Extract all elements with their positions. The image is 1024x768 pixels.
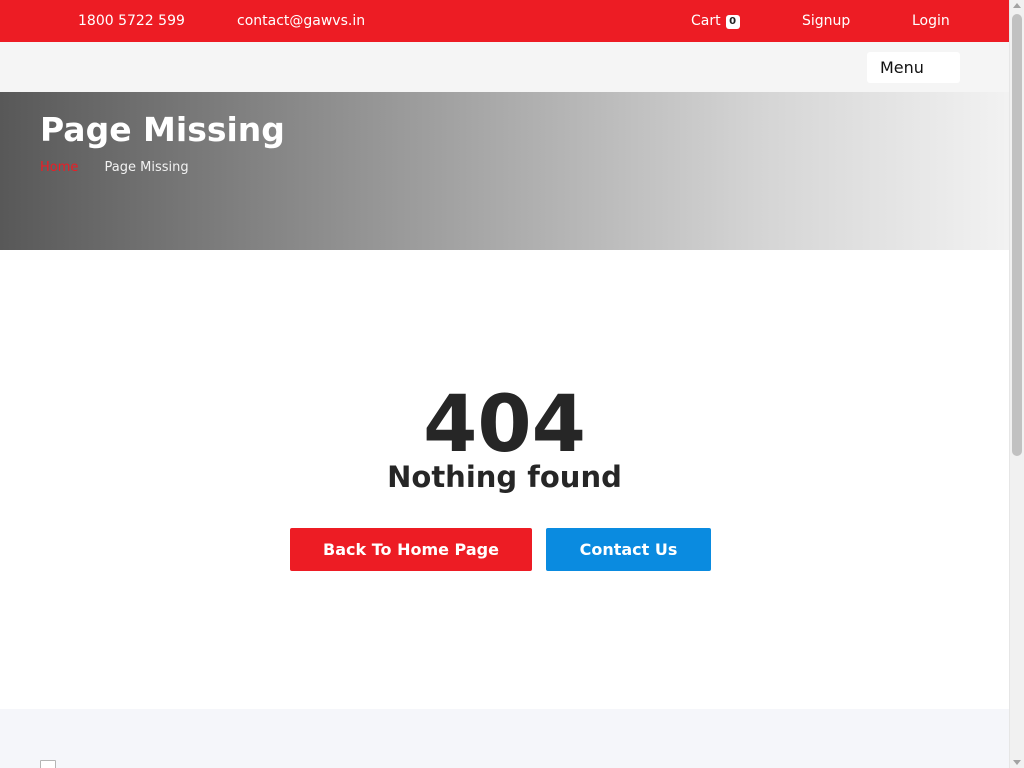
vertical-scrollbar[interactable]: [1009, 0, 1024, 768]
contact-us-button[interactable]: Contact Us: [546, 528, 711, 571]
page: 1800 5722 599 contact@gawvs.in Cart 0 Sig…: [0, 0, 1009, 768]
page-title: Page Missing: [40, 110, 285, 149]
scrollbar-thumb[interactable]: [1012, 14, 1022, 456]
error-section: 404 Nothing found Back To Home Page Cont…: [0, 250, 1009, 709]
scroll-up-arrow-icon[interactable]: [1013, 3, 1021, 8]
login-link[interactable]: Login: [912, 0, 950, 42]
footer: [0, 709, 1009, 768]
phone-link[interactable]: 1800 5722 599: [78, 0, 185, 42]
breadcrumb-current: Page Missing: [104, 160, 189, 175]
top-bar: 1800 5722 599 contact@gawvs.in Cart 0 Sig…: [0, 0, 1009, 42]
page-header-banner: Page Missing Home Page Missing: [0, 92, 1009, 250]
cart-link[interactable]: Cart 0: [691, 0, 740, 42]
breadcrumb: Home Page Missing: [40, 160, 189, 175]
breadcrumb-home-link[interactable]: Home: [40, 160, 78, 175]
signup-link[interactable]: Signup: [802, 0, 850, 42]
menu-button[interactable]: Menu: [867, 52, 960, 83]
email-link[interactable]: contact@gawvs.in: [237, 0, 365, 42]
error-code: 404: [423, 380, 586, 470]
back-to-home-button[interactable]: Back To Home Page: [290, 528, 532, 571]
scroll-down-arrow-icon[interactable]: [1013, 760, 1021, 765]
nav-bar: Menu: [0, 42, 1009, 92]
cart-count-badge: 0: [725, 15, 740, 29]
broken-image-icon: [40, 760, 56, 768]
error-message: Nothing found: [387, 460, 622, 494]
cart-label: Cart: [691, 13, 721, 29]
